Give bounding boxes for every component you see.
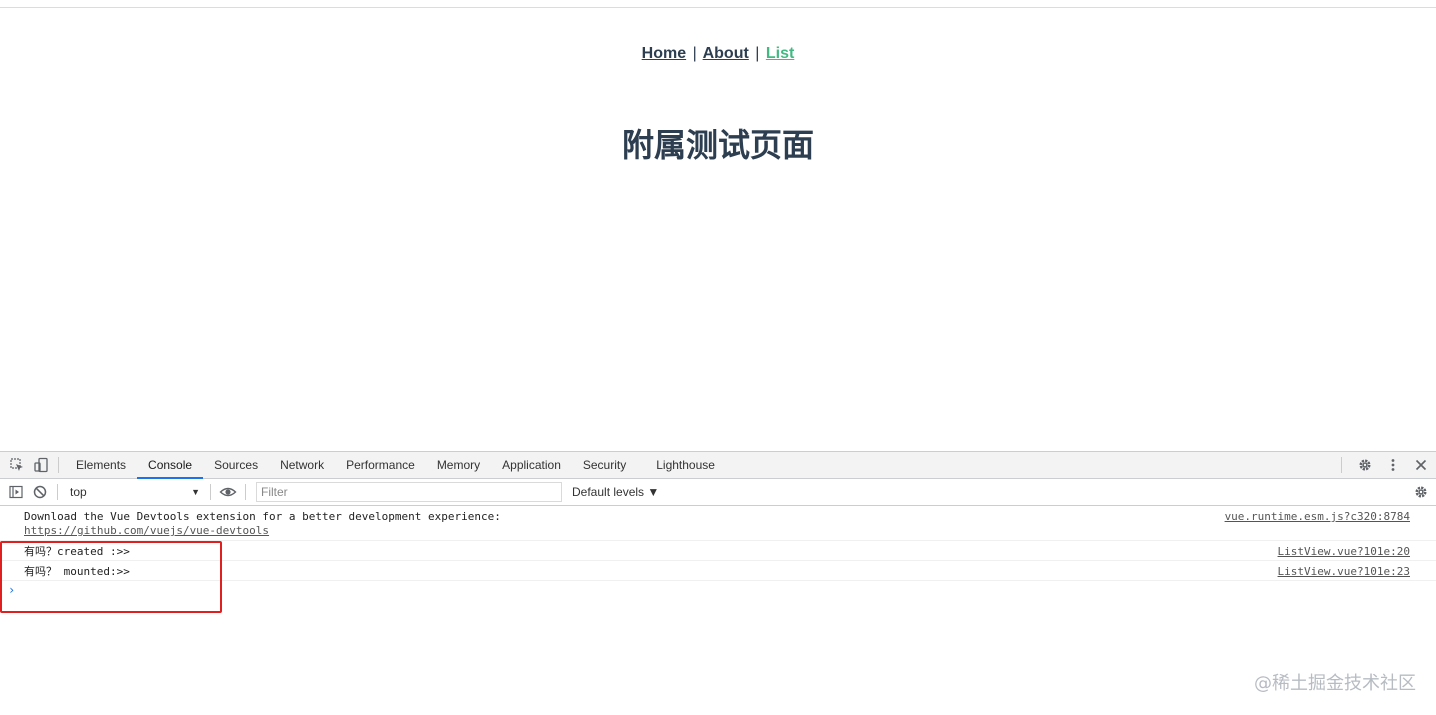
prompt-chevron-icon: ›	[8, 583, 16, 597]
top-nav: Home | About | List	[0, 45, 1436, 63]
tab-console[interactable]: Console	[137, 452, 204, 479]
dropdown-arrow-icon: ▼	[191, 487, 200, 497]
clear-console-icon[interactable]	[29, 481, 51, 503]
device-toggle-icon[interactable]	[30, 454, 52, 476]
top-divider	[0, 7, 1436, 8]
console-prompt[interactable]: ›	[0, 581, 1436, 601]
console-message-link[interactable]: https://github.com/vuejs/vue-devtools	[24, 524, 269, 537]
console-message-source[interactable]: ListView.vue?101e:23	[1278, 565, 1410, 579]
context-selector-value: top	[70, 485, 87, 499]
console-message-source[interactable]: vue.runtime.esm.js?c320:8784	[1225, 510, 1410, 524]
tab-network[interactable]: Network	[269, 452, 335, 478]
nav-separator: |	[692, 45, 697, 62]
tab-lighthouse[interactable]: Lighthouse	[645, 452, 726, 478]
console-toolbar: top ▼ Default levels ▼	[0, 479, 1436, 506]
devtools-panel: Elements Console Sources Network Perform…	[0, 451, 1436, 715]
nav-separator: |	[755, 45, 760, 62]
toolbar-divider	[58, 457, 59, 473]
tab-sources[interactable]: Sources	[203, 452, 269, 478]
toolbar-divider	[245, 484, 246, 500]
close-icon[interactable]	[1410, 454, 1432, 476]
console-settings-gear-icon[interactable]	[1410, 481, 1432, 503]
console-message: Download the Vue Devtools extension for …	[0, 506, 1436, 541]
nav-link-list[interactable]: List	[766, 45, 794, 62]
toolbar-divider	[210, 484, 211, 500]
console-message-text: 有吗？ mounted:>>	[24, 565, 130, 578]
nav-link-home[interactable]: Home	[642, 45, 686, 62]
console-message-text: Download the Vue Devtools extension for …	[24, 510, 501, 523]
toolbar-divider	[57, 484, 58, 500]
tab-application[interactable]: Application	[491, 452, 572, 478]
nav-link-about[interactable]: About	[703, 45, 749, 62]
sidebar-toggle-icon[interactable]	[5, 481, 27, 503]
page-title: 附属测试页面	[621, 127, 814, 163]
gear-icon[interactable]	[1354, 454, 1376, 476]
watermark: @稀土掘金技术社区	[1254, 673, 1416, 694]
devtools-tabbar: Elements Console Sources Network Perform…	[0, 451, 1436, 479]
console-message: 有吗？created :>> ListView.vue?101e:20	[0, 541, 1436, 561]
console-message: 有吗？ mounted:>> ListView.vue?101e:23	[0, 561, 1436, 581]
filter-input[interactable]	[256, 482, 562, 502]
console-message-source[interactable]: ListView.vue?101e:20	[1278, 545, 1410, 559]
toolbar-divider	[1341, 457, 1342, 473]
tab-memory[interactable]: Memory	[426, 452, 491, 478]
tab-security[interactable]: Security	[572, 452, 637, 478]
log-levels-dropdown[interactable]: Default levels ▼	[572, 485, 659, 499]
inspect-element-icon[interactable]	[6, 454, 28, 476]
console-message-text: 有吗？created :>>	[24, 545, 130, 558]
kebab-menu-icon[interactable]	[1382, 454, 1404, 476]
tab-performance[interactable]: Performance	[335, 452, 426, 478]
console-log: Download the Vue Devtools extension for …	[0, 506, 1436, 601]
context-selector[interactable]: top ▼	[64, 482, 204, 502]
live-expression-icon[interactable]	[217, 481, 239, 503]
tab-elements[interactable]: Elements	[65, 452, 137, 478]
